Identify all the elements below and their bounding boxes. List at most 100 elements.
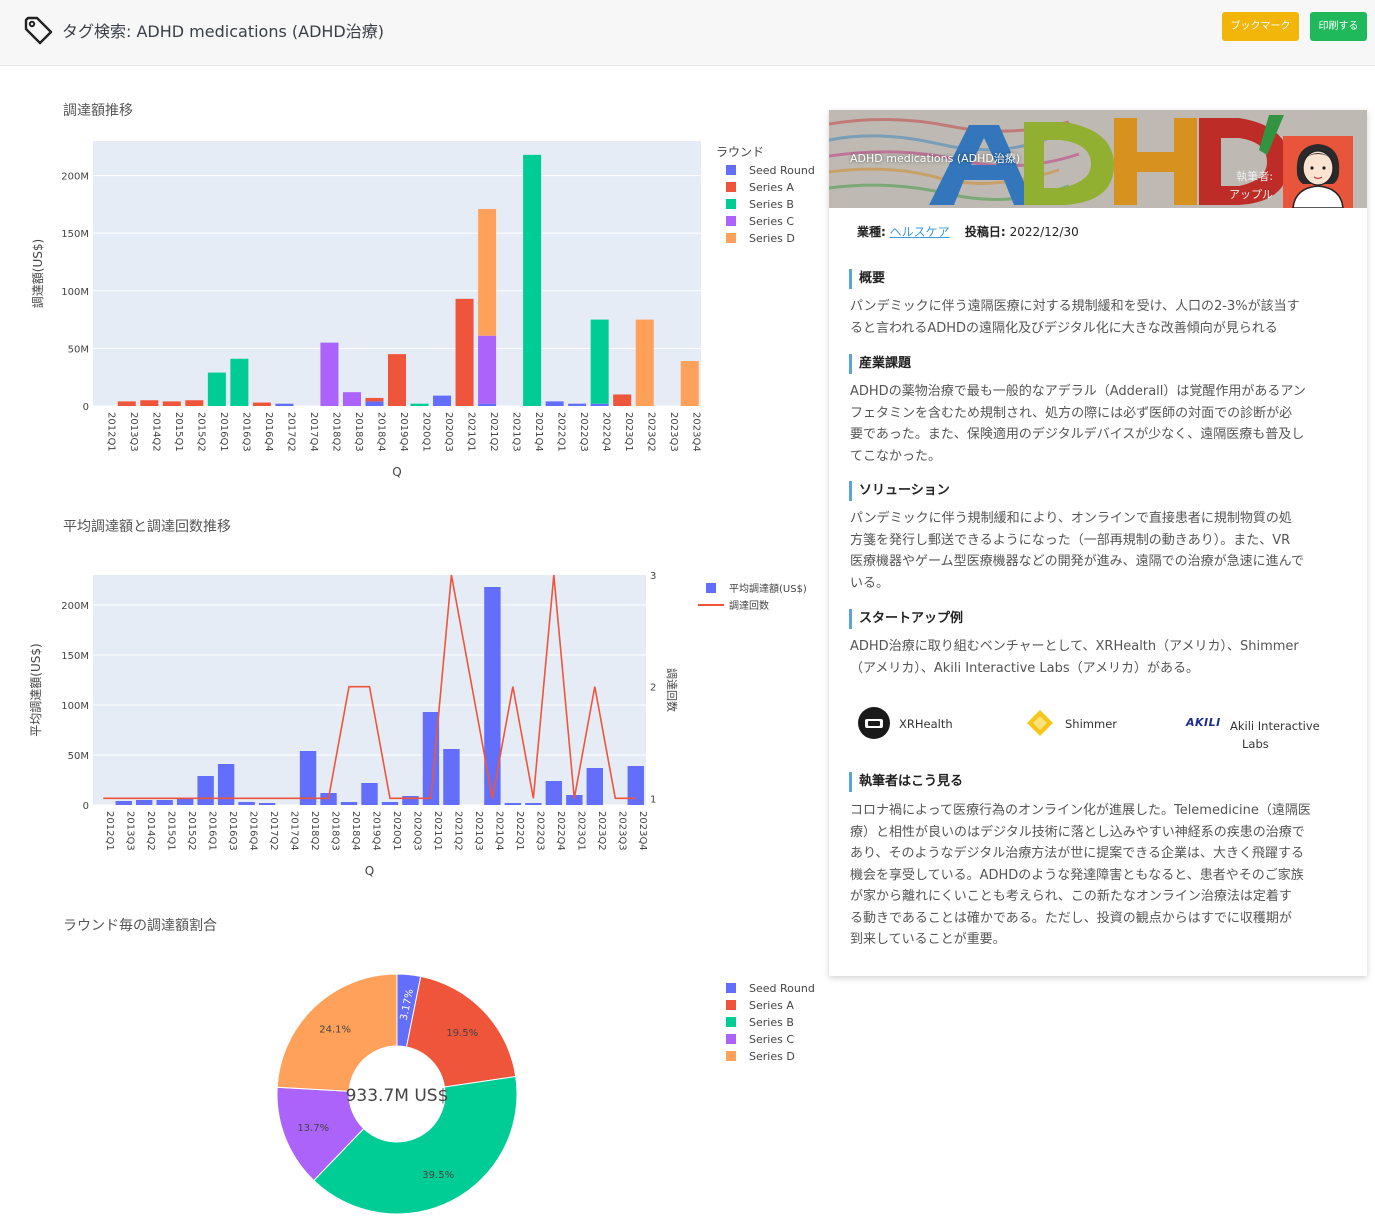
average-bar bbox=[443, 749, 460, 805]
funding-chart-xtick-label: 2014Q2 bbox=[150, 412, 161, 452]
funding-chart-xtick-label: 2023Q3 bbox=[668, 412, 679, 452]
text-line: が家から離れにくいことも考えられ、この新たなオンライン治療法は定着す bbox=[850, 889, 1292, 904]
funding-bar bbox=[252, 402, 271, 406]
text-line: パンデミックに伴う規制緩和により、オンラインで直接患者に規制物質の処 bbox=[850, 511, 1292, 526]
funding-bar bbox=[162, 401, 181, 406]
funding-chart-xtick-label: 2019Q4 bbox=[398, 412, 409, 452]
average-chart-xtick-label: 2020Q3 bbox=[411, 811, 422, 851]
share-legend-label: Series A bbox=[749, 999, 794, 1012]
average-bar bbox=[156, 800, 173, 805]
text-line: てこなかった。 bbox=[850, 448, 942, 464]
average-chart-y2tick-label: 2 bbox=[650, 683, 656, 694]
funding-chart-xtick-label: 2016Q3 bbox=[240, 412, 251, 452]
average-chart-xtick-label: 2022Q3 bbox=[534, 811, 545, 851]
average-bar bbox=[525, 803, 542, 805]
hero-author-label: 執筆者: アップル bbox=[1229, 168, 1273, 204]
funding-legend-label: Series A bbox=[749, 181, 794, 194]
average-chart-xtick-label: 2023Q4 bbox=[637, 811, 648, 851]
share-legend-swatch bbox=[726, 1000, 736, 1010]
average-bar bbox=[627, 766, 644, 805]
funding-chart-ytick-label: 0 bbox=[83, 402, 89, 413]
funding-legend-label: Series B bbox=[749, 198, 794, 211]
average-chart-yaxis-title: 平均調達額(US$) bbox=[29, 643, 43, 736]
text-line: いる。 bbox=[850, 575, 890, 591]
average-chart-y2tick-label: 3 bbox=[650, 571, 656, 582]
funding-chart-xtick-label: 2021Q1 bbox=[466, 412, 477, 452]
average-chart-ytick-label: 50M bbox=[68, 751, 89, 762]
funding-chart-xtick-label: 2022Q4 bbox=[601, 412, 612, 452]
xrhealth-logo-icon bbox=[858, 707, 890, 739]
funding-chart-xtick-label: 2021Q2 bbox=[488, 412, 499, 452]
text-line: ADHDの薬物治療で最も一般的なアデラル（Adderall）は覚醒作用があるアン bbox=[850, 384, 1306, 399]
funding-chart-xtick-label: 2018Q3 bbox=[353, 412, 364, 452]
average-bar bbox=[545, 781, 563, 805]
share-slice-label: 19.5% bbox=[446, 1028, 478, 1039]
average-chart-y2tick-label: 1 bbox=[650, 794, 656, 805]
funding-chart-xtick-label: 2020Q1 bbox=[421, 412, 432, 452]
date-label: 投稿日: bbox=[964, 225, 1006, 239]
average-chart-ytick-label: 200M bbox=[61, 601, 89, 612]
average-chart-xtick-label: 2015Q1 bbox=[166, 811, 177, 851]
text-line: ADHD治療に取り組むベンチャーとして、XRHealth（アメリカ）、Shimm… bbox=[850, 639, 1299, 654]
funding-legend-label: Seed Round bbox=[749, 164, 815, 177]
heading-startup-examples: スタートアップ例 bbox=[849, 609, 963, 629]
text-line: ると言われるADHDの遠隔化及びデジタル化に大きな改善傾向が見られる bbox=[850, 320, 1278, 336]
average-chart-xtick-label: 2013Q3 bbox=[125, 811, 136, 851]
paragraph-author-view: コロナ禍によって医療行為のオンライン化が進展した。Telemedicine（遠隔… bbox=[850, 800, 1350, 951]
funding-bar bbox=[320, 342, 339, 406]
text-line: 機会を享受している。ADHDのような発達障害ともなると、患者やそのご家族 bbox=[850, 867, 1304, 883]
average-chart-ytick-label: 100M bbox=[61, 701, 89, 712]
hero-author-label-1: 執筆者: bbox=[1236, 170, 1273, 183]
funding-chart-xtick-label: 2020Q3 bbox=[443, 412, 454, 452]
industry-label: 業種: bbox=[857, 225, 886, 239]
heading-solution: ソリューション bbox=[849, 481, 950, 501]
funding-legend-swatch bbox=[726, 216, 736, 226]
print-button[interactable]: 印刷する bbox=[1310, 12, 1367, 41]
average-bar bbox=[136, 800, 153, 805]
funding-legend-label: Series C bbox=[749, 215, 794, 228]
industry-link[interactable]: ヘルスケア bbox=[890, 225, 950, 239]
funding-chart-xtick-label: 2018Q4 bbox=[375, 412, 386, 452]
funding-legend-swatch bbox=[726, 182, 736, 192]
funding-bar bbox=[365, 401, 384, 406]
funding-chart-yaxis-title: 調達額(US$) bbox=[31, 239, 45, 308]
text-line: （アメリカ）、Akili Interactive Labs（アメリカ）がある。 bbox=[850, 660, 1199, 676]
article-card: ADHD medications (ADHD治療) 執筆者: アップル 業種: … bbox=[829, 110, 1367, 976]
average-chart-xtick-label: 2023Q2 bbox=[596, 811, 607, 851]
hero-banner: ADHD medications (ADHD治療) 執筆者: アップル bbox=[829, 110, 1367, 208]
average-chart-xtick-label: 2014Q2 bbox=[145, 811, 156, 851]
funding-legend-label: Series D bbox=[749, 232, 795, 245]
funding-bar bbox=[590, 319, 609, 404]
funding-chart-xtick-label: 2023Q1 bbox=[623, 412, 634, 452]
average-chart-xtick-label: 2017Q4 bbox=[289, 811, 300, 851]
average-legend-label: 平均調達額(US$) bbox=[729, 582, 807, 595]
funding-legend-swatch bbox=[726, 199, 736, 209]
funding-chart-xtick-label: 2016Q4 bbox=[263, 412, 274, 452]
funding-bar bbox=[117, 401, 136, 406]
count-legend-label: 調達回数 bbox=[729, 599, 769, 612]
share-legend-label: Seed Round bbox=[749, 982, 815, 995]
average-chart-xtick-label: 2021Q1 bbox=[432, 811, 443, 851]
funding-chart-xtick-label: 2023Q2 bbox=[646, 412, 657, 452]
funding-chart-ytick-label: 200M bbox=[61, 172, 89, 183]
bookmark-button[interactable]: ブックマーク bbox=[1222, 12, 1299, 41]
shimmer-logo-icon bbox=[1027, 710, 1053, 736]
share-legend-swatch bbox=[726, 1051, 736, 1061]
funding-chart-xtick-label: 2012Q1 bbox=[105, 412, 116, 452]
text-line: あり、そのようなデジタル治療方法が世に提案できる企業は、大きく飛躍する bbox=[850, 846, 1304, 861]
share-slice-label: 13.7% bbox=[297, 1123, 329, 1134]
average-bar bbox=[197, 776, 214, 805]
funding-bar bbox=[230, 358, 249, 406]
funding-chart-xtick-label: 2022Q1 bbox=[556, 412, 567, 452]
average-bar bbox=[504, 803, 522, 805]
text-line: パンデミックに伴う遠隔医療に対する規制緩和を受け、人口の2-3%が該当す bbox=[850, 299, 1300, 314]
average-chart-xtick-label: 2016Q4 bbox=[248, 811, 259, 851]
average-bar bbox=[238, 802, 255, 805]
funding-bar bbox=[523, 154, 542, 406]
funding-chart-xtick-label: 2022Q3 bbox=[578, 412, 589, 452]
funding-bar bbox=[635, 319, 654, 406]
text-line: 方箋を発行し郵送できるようになった（一部再規制の動きあり）。また、VR bbox=[850, 532, 1291, 548]
funding-chart-xtick-label: 2021Q4 bbox=[533, 412, 544, 452]
paragraph-solution: パンデミックに伴う規制緩和により、オンラインで直接患者に規制物質の処 方箋を発行… bbox=[850, 508, 1350, 594]
funding-bar bbox=[433, 395, 452, 406]
